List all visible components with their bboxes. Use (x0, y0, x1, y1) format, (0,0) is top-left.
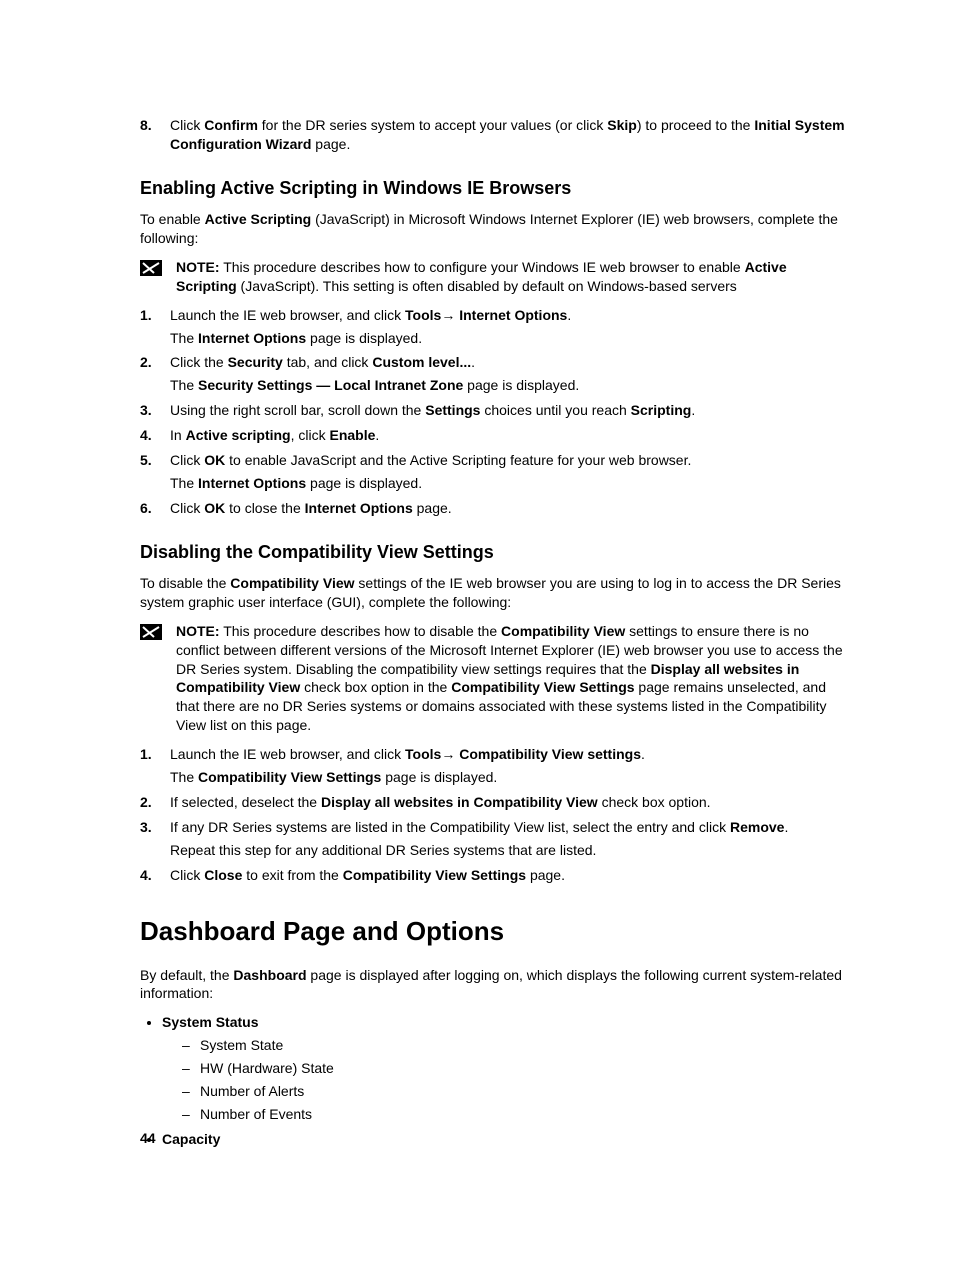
note-icon (140, 260, 162, 276)
note-sec1: NOTE: This procedure describes how to co… (140, 258, 849, 296)
sub-item: System State (200, 1036, 849, 1055)
sec1-step-1-sub: The Internet Options page is displayed. (170, 329, 849, 348)
heading-disable-compat-view: Disabling the Compatibility View Setting… (140, 540, 849, 564)
bullet-list-sec3: System Status System State HW (Hardware)… (140, 1013, 849, 1148)
bullet-capacity: Capacity (162, 1130, 849, 1149)
sec2-step-1-sub: The Compatibility View Settings page is … (170, 768, 849, 787)
document-page: Click Confirm for the DR series system t… (0, 0, 954, 1268)
steps-sec1: Launch the IE web browser, and click Too… (140, 306, 849, 518)
steps-sec2: Launch the IE web browser, and click Too… (140, 745, 849, 884)
step-8: Click Confirm for the DR series system t… (170, 116, 849, 154)
page-number: 44 (140, 1129, 156, 1148)
sec2-step-2: If selected, deselect the Display all we… (170, 793, 849, 812)
intro-sec3: By default, the Dashboard page is displa… (140, 966, 849, 1004)
sec1-step-4: In Active scripting, click Enable. (170, 426, 849, 445)
sec1-step-2: Click the Security tab, and click Custom… (170, 353, 849, 395)
sub-item: Number of Events (200, 1105, 849, 1124)
sec1-step-1: Launch the IE web browser, and click Too… (170, 306, 849, 348)
sec1-step-5: Click OK to enable JavaScript and the Ac… (170, 451, 849, 493)
sub-item: HW (Hardware) State (200, 1059, 849, 1078)
note-icon (140, 624, 162, 640)
note-text: NOTE: This procedure describes how to co… (176, 258, 849, 296)
note-sec2: NOTE: This procedure describes how to di… (140, 622, 849, 735)
continued-steps: Click Confirm for the DR series system t… (140, 116, 849, 154)
intro-sec1: To enable Active Scripting (JavaScript) … (140, 210, 849, 248)
note-text: NOTE: This procedure describes how to di… (176, 622, 849, 735)
heading-dashboard: Dashboard Page and Options (140, 914, 849, 949)
sec2-step-3: If any DR Series systems are listed in t… (170, 818, 849, 860)
sec1-step-6: Click OK to close the Internet Options p… (170, 499, 849, 518)
sec1-step-5-sub: The Internet Options page is displayed. (170, 474, 849, 493)
sec1-step-3: Using the right scroll bar, scroll down … (170, 401, 849, 420)
sec1-step-2-sub: The Security Settings — Local Intranet Z… (170, 376, 849, 395)
heading-enable-active-scripting: Enabling Active Scripting in Windows IE … (140, 176, 849, 200)
sec2-step-1: Launch the IE web browser, and click Too… (170, 745, 849, 787)
sub-item: Number of Alerts (200, 1082, 849, 1101)
sec2-step-3-sub: Repeat this step for any additional DR S… (170, 841, 849, 860)
bullet-system-status: System Status System State HW (Hardware)… (162, 1013, 849, 1123)
intro-sec2: To disable the Compatibility View settin… (140, 574, 849, 612)
sublist-system-status: System State HW (Hardware) State Number … (182, 1036, 849, 1124)
sec2-step-4: Click Close to exit from the Compatibili… (170, 866, 849, 885)
